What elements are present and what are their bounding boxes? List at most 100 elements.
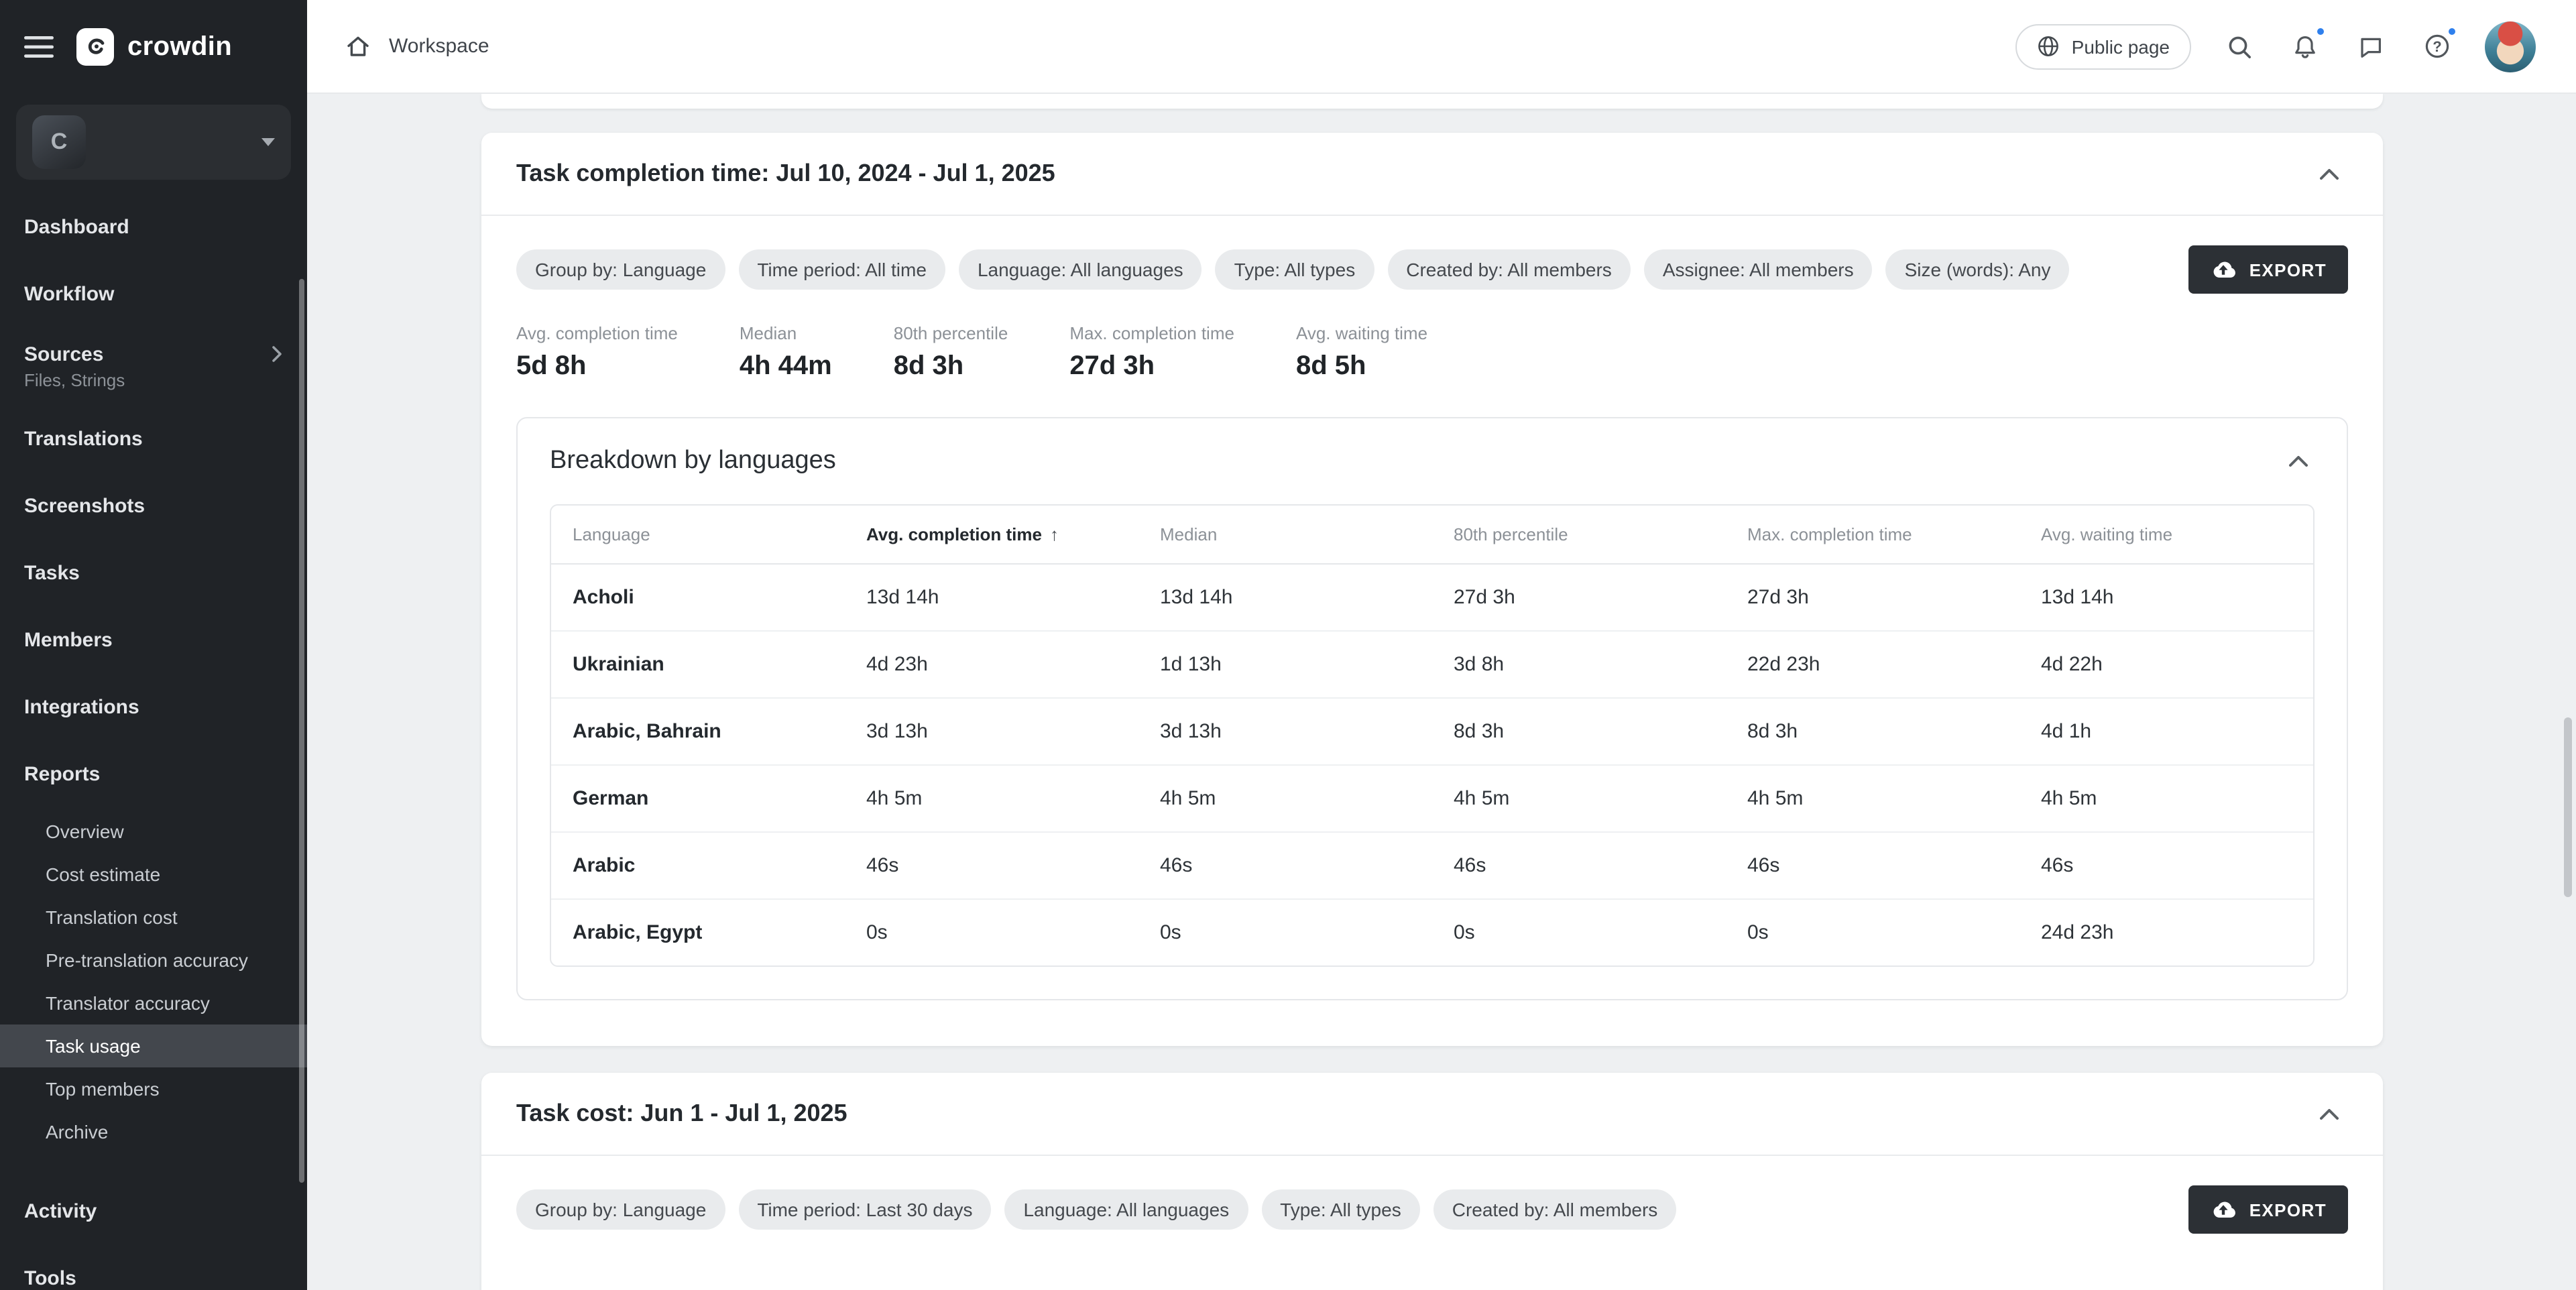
sidebar-item-tasks[interactable]: Tasks [0, 539, 307, 606]
filter-chip-type[interactable]: Type: All types [1261, 1189, 1420, 1230]
sidebar-item-sources[interactable]: Sources Files, Strings [0, 327, 307, 405]
cell-avg-completion: 4d 23h [845, 631, 1138, 698]
breadcrumb-workspace[interactable]: Workspace [389, 35, 489, 58]
collapse-task-completion-button[interactable] [2305, 150, 2353, 198]
sidebar-item-label: Screenshots [24, 494, 145, 517]
filter-chip-size[interactable]: Size (words): Any [1886, 249, 2070, 290]
export-button[interactable]: EXPORT [2189, 1185, 2348, 1234]
cell-avg-completion: 3d 13h [845, 698, 1138, 765]
filter-chip-assignee[interactable]: Assignee: All members [1644, 249, 1873, 290]
stat-median: Median 4h 44m [740, 323, 832, 382]
cell-avg-waiting: 4d 22h [2019, 631, 2313, 698]
column-header-avg-waiting-time[interactable]: Avg. waiting time [2019, 506, 2313, 564]
sidebar-header: crowdin [0, 0, 307, 94]
column-header-language[interactable]: Language [551, 506, 845, 564]
collapse-breakdown-button[interactable] [2274, 437, 2323, 485]
cell-max-completion: 22d 23h [1726, 631, 2019, 698]
export-label: EXPORT [2249, 1199, 2327, 1220]
filter-chip-type[interactable]: Type: All types [1216, 249, 1374, 290]
stat-avg-waiting: Avg. waiting time 8d 5h [1296, 323, 1427, 382]
sidebar-subitem-translation-cost[interactable]: Translation cost [0, 896, 307, 939]
cell-median: 13d 14h [1138, 564, 1432, 631]
cell-median: 46s [1138, 832, 1432, 899]
column-header-avg-completion-time[interactable]: Avg. completion time↑ [845, 506, 1138, 564]
sidebar-subitem-overview[interactable]: Overview [0, 810, 307, 853]
filter-chip-group-by[interactable]: Group by: Language [516, 1189, 725, 1230]
sidebar-item-tools[interactable]: Tools [0, 1244, 307, 1290]
menu-icon[interactable] [21, 31, 56, 63]
cell-language: Arabic [551, 832, 845, 899]
page-scrollbar-thumb[interactable] [2564, 717, 2572, 897]
collapse-task-cost-button[interactable] [2305, 1090, 2353, 1138]
notification-dot [2446, 25, 2458, 37]
filter-chip-time-period[interactable]: Time period: All time [738, 249, 945, 290]
sidebar-subitem-translator-accuracy[interactable]: Translator accuracy [0, 982, 307, 1024]
user-avatar[interactable] [2485, 21, 2536, 72]
column-header-80th-percentile[interactable]: 80th percentile [1432, 506, 1726, 564]
sidebar-item-reports[interactable]: Reports [0, 740, 307, 807]
filter-chip-time-period[interactable]: Time period: Last 30 days [738, 1189, 991, 1230]
cell-80th-percentile: 27d 3h [1432, 564, 1726, 631]
sidebar-item-workflow[interactable]: Workflow [0, 260, 307, 327]
filter-chip-language[interactable]: Language: All languages [959, 249, 1202, 290]
home-icon[interactable] [345, 34, 371, 59]
search-icon[interactable] [2222, 29, 2257, 64]
cell-avg-completion: 13d 14h [845, 564, 1138, 631]
export-button[interactable]: EXPORT [2189, 245, 2348, 294]
cell-avg-waiting: 13d 14h [2019, 564, 2313, 631]
filter-chip-language[interactable]: Language: All languages [1004, 1189, 1248, 1230]
cell-80th-percentile: 3d 8h [1432, 631, 1726, 698]
table-row: German 4h 5m 4h 5m 4h 5m 4h 5m 4h 5m [551, 765, 2313, 832]
breakdown-header: Breakdown by languages [518, 418, 2347, 504]
public-page-button[interactable]: Public page [2015, 23, 2191, 69]
table-row: Arabic, Egypt 0s 0s 0s 0s 24d 23h [551, 899, 2313, 965]
sidebar-subitem-top-members[interactable]: Top members [0, 1067, 307, 1110]
task-cost-body: Group by: Language Time period: Last 30 … [481, 1156, 2383, 1279]
task-cost-filters: Group by: Language Time period: Last 30 … [516, 1185, 2348, 1234]
filter-chip-created-by[interactable]: Created by: All members [1433, 1189, 1677, 1230]
sidebar-item-dashboard[interactable]: Dashboard [0, 193, 307, 260]
sidebar-item-sublabel: Files, Strings [24, 369, 283, 390]
column-header-max-completion-time[interactable]: Max. completion time [1726, 506, 2019, 564]
cell-80th-percentile: 46s [1432, 832, 1726, 899]
crowdin-logo-icon [76, 28, 114, 66]
sidebar-subitem-archive[interactable]: Archive [0, 1110, 307, 1153]
table-header-row: Language Avg. completion time↑ Median 80… [551, 506, 2313, 564]
sidebar-subitem-pre-translation-accuracy[interactable]: Pre-translation accuracy [0, 939, 307, 982]
app-window: crowdin C Dashboard Workflow Sources Fil… [0, 0, 2576, 1290]
crowdin-logo[interactable]: crowdin [76, 28, 232, 66]
cell-median: 4h 5m [1138, 765, 1432, 832]
subitem-label: Task usage [46, 1035, 141, 1057]
cell-avg-completion: 0s [845, 899, 1138, 965]
workspace-selector[interactable]: C [16, 105, 291, 180]
cell-median: 0s [1138, 899, 1432, 965]
sidebar-item-label: Tools [24, 1267, 76, 1289]
sidebar-scrollbar-thumb[interactable] [299, 279, 304, 1183]
sidebar-item-label: Translations [24, 427, 143, 450]
cell-avg-completion: 4h 5m [845, 765, 1138, 832]
sidebar-item-integrations[interactable]: Integrations [0, 673, 307, 740]
notifications-bell-icon[interactable] [2288, 29, 2323, 64]
sidebar-item-label: Dashboard [24, 215, 129, 238]
sidebar-item-label: Workflow [24, 282, 114, 305]
sidebar-item-label: Sources [24, 343, 103, 365]
sidebar-item-screenshots[interactable]: Screenshots [0, 472, 307, 539]
task-completion-body: Group by: Language Time period: All time… [481, 216, 2383, 1046]
sidebar-item-translations[interactable]: Translations [0, 405, 307, 472]
stat-label: Avg. completion time [516, 323, 678, 343]
stat-value: 8d 3h [894, 351, 1008, 382]
breadcrumb: Workspace [345, 34, 489, 59]
sidebar-item-activity[interactable]: Activity [0, 1177, 307, 1244]
stat-avg-completion: Avg. completion time 5d 8h [516, 323, 678, 382]
filter-chip-created-by[interactable]: Created by: All members [1387, 249, 1631, 290]
messages-icon[interactable] [2353, 29, 2388, 64]
column-header-median[interactable]: Median [1138, 506, 1432, 564]
subitem-label: Archive [46, 1121, 108, 1142]
help-icon[interactable]: ? [2419, 29, 2454, 64]
globe-icon [2037, 35, 2060, 58]
filter-chip-group-by[interactable]: Group by: Language [516, 249, 725, 290]
sidebar-subitem-task-usage[interactable]: Task usage [0, 1024, 307, 1067]
sidebar-subitem-cost-estimate[interactable]: Cost estimate [0, 853, 307, 896]
sidebar-item-members[interactable]: Members [0, 606, 307, 673]
stat-label: 80th percentile [894, 323, 1008, 343]
